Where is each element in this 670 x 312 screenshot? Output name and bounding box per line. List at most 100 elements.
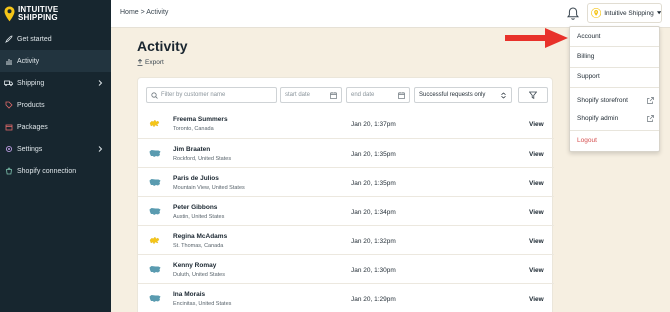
view-link[interactable]: View	[529, 180, 544, 187]
user-name: Intuitive Shipping	[604, 9, 654, 17]
user-menu-button[interactable]: Intuitive Shipping	[587, 3, 662, 23]
customer-name: Peter Gibbons	[173, 204, 218, 211]
customer-location: Toronto, Canada	[173, 126, 214, 132]
table-row[interactable]: Freema Summers Toronto, Canada Jan 20, 1:3…	[138, 109, 554, 138]
start-date-input[interactable]: start date	[280, 87, 342, 103]
sidebar-item-shopify-connection[interactable]: Shopify connection	[0, 160, 111, 182]
export-label: Export	[145, 59, 164, 66]
usa-map-icon	[149, 208, 161, 215]
request-date: Jan 20, 1:34pm	[351, 209, 396, 216]
sidebar-item-shipping[interactable]: Shipping	[0, 72, 111, 94]
customer-location: Austin, United States	[173, 214, 225, 220]
usa-map-icon	[149, 150, 161, 157]
customer-location: Mountain View, United States	[173, 185, 245, 191]
end-date-input[interactable]: end date	[346, 87, 410, 103]
request-date: Jan 20, 1:29pm	[351, 296, 396, 303]
sidebar-item-products[interactable]: Products	[0, 94, 111, 116]
menu-item-support[interactable]: Support	[577, 73, 600, 80]
breadcrumb[interactable]: Home > Activity	[120, 9, 168, 16]
menu-divider	[570, 87, 659, 88]
customer-location: St. Thomas, Canada	[173, 243, 224, 249]
brand-name: INTUITIVE SHIPPING	[18, 5, 59, 22]
end-date-placeholder: end date	[351, 92, 375, 98]
menu-item-billing[interactable]: Billing	[577, 53, 594, 60]
chevron-right-icon	[98, 146, 103, 152]
activity-list: Freema Summers Toronto, Canada Jan 20, 1:3…	[138, 109, 554, 312]
view-link[interactable]: View	[529, 151, 544, 158]
table-row[interactable]: Ina Morais Encinitas, United States Jan 20…	[138, 283, 554, 312]
start-date-placeholder: start date	[285, 92, 311, 98]
search-placeholder: Filter by customer name	[161, 92, 226, 98]
sidebar-item-settings[interactable]: Settings	[0, 138, 111, 160]
account-dropdown-menu: Account Billing Support Shopify storefro…	[569, 26, 660, 152]
table-row[interactable]: Regina McAdams St. Thomas, Canada Jan 20, …	[138, 225, 554, 254]
chevron-updown-icon	[501, 92, 506, 99]
sidebar-item-activity[interactable]: Activity	[0, 50, 111, 72]
chevron-right-icon	[98, 80, 103, 86]
view-link[interactable]: View	[529, 121, 544, 128]
request-date: Jan 20, 1:35pm	[351, 180, 396, 187]
usa-map-icon	[149, 266, 161, 273]
customer-name: Kenny Romay	[173, 262, 217, 269]
customer-search-input[interactable]: Filter by customer name	[146, 87, 277, 103]
menu-divider	[570, 46, 659, 47]
caret-down-icon	[656, 11, 661, 15]
request-date: Jan 20, 1:37pm	[351, 121, 396, 128]
bell-icon[interactable]	[566, 6, 580, 21]
chart-icon	[4, 57, 13, 66]
canada-icon	[149, 119, 160, 128]
brand-logo[interactable]: INTUITIVE SHIPPING	[0, 0, 111, 28]
menu-item-account[interactable]: Account	[577, 33, 601, 40]
customer-name: Regina McAdams	[173, 233, 228, 240]
customer-name: Paris de Julios	[173, 175, 219, 182]
sidebar-item-label: Shipping	[17, 79, 45, 87]
sidebar-item-label: Shopify connection	[17, 167, 77, 175]
sidebar-item-get-started[interactable]: Get started	[0, 28, 111, 50]
table-row[interactable]: Jim Braaten Rockford, United States Jan 20…	[138, 138, 554, 167]
request-date: Jan 20, 1:32pm	[351, 238, 396, 245]
filter-icon	[529, 91, 537, 99]
menu-item-shopify-storefront[interactable]: Shopify storefront	[577, 97, 628, 104]
location-pin-icon	[4, 6, 15, 22]
sidebar-nav: Get started Activity Shipping Products P…	[0, 28, 111, 182]
avatar	[591, 7, 602, 19]
table-row[interactable]: Kenny Romay Duluth, United States Jan 20, …	[138, 254, 554, 283]
table-row[interactable]: Peter Gibbons Austin, United States Jan 20…	[138, 196, 554, 225]
view-link[interactable]: View	[529, 267, 544, 274]
calendar-icon	[330, 92, 337, 99]
search-icon	[151, 92, 158, 99]
external-link-icon	[647, 115, 654, 122]
annotation-arrow-icon	[505, 28, 568, 48]
customer-location: Encinitas, United States	[173, 301, 232, 307]
menu-item-logout[interactable]: Logout	[577, 137, 597, 144]
calendar-icon	[398, 92, 405, 99]
sidebar-item-packages[interactable]: Packages	[0, 116, 111, 138]
page-title: Activity	[137, 38, 188, 54]
table-row[interactable]: Paris de Julios Mountain View, United Sta…	[138, 167, 554, 196]
sidebar-item-label: Activity	[17, 57, 40, 65]
external-link-icon	[647, 97, 654, 104]
gear-icon	[4, 145, 13, 154]
export-button[interactable]: Export	[137, 59, 164, 66]
request-date: Jan 20, 1:30pm	[351, 267, 396, 274]
status-select[interactable]: Successful requests only	[414, 87, 512, 103]
customer-location: Duluth, United States	[173, 272, 225, 278]
menu-divider	[570, 130, 659, 131]
filter-button[interactable]	[518, 87, 548, 103]
upload-icon	[137, 59, 143, 66]
sidebar-item-label: Products	[17, 101, 45, 109]
usa-map-icon	[149, 179, 161, 186]
truck-icon	[4, 79, 13, 88]
menu-item-shopify-admin[interactable]: Shopify admin	[577, 115, 618, 122]
activity-card: Filter by customer name start date end d…	[137, 77, 554, 312]
menu-divider	[570, 67, 659, 68]
view-link[interactable]: View	[529, 238, 544, 245]
shopify-icon	[4, 167, 13, 176]
customer-location: Rockford, United States	[173, 156, 232, 162]
rocket-icon	[4, 35, 13, 44]
canada-icon	[149, 236, 160, 245]
view-link[interactable]: View	[529, 209, 544, 216]
box-icon	[4, 123, 13, 132]
view-link[interactable]: View	[529, 296, 544, 303]
sidebar-item-label: Packages	[17, 123, 48, 131]
